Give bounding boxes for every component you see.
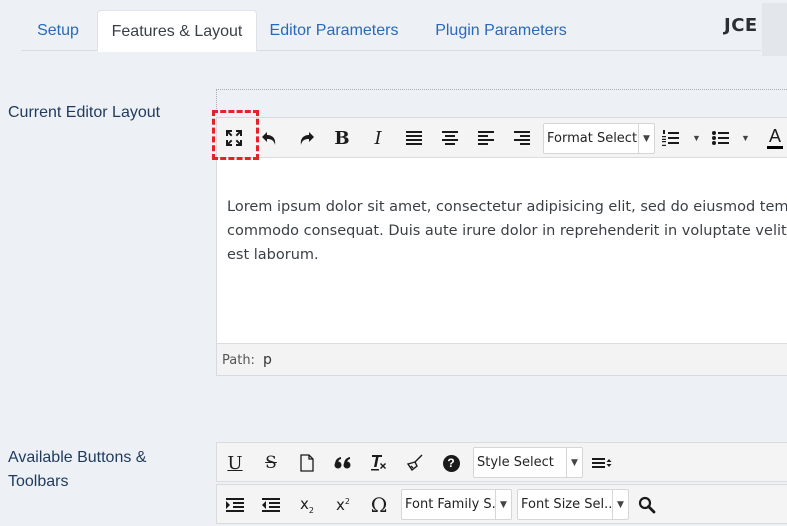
italic-icon: I [374, 127, 382, 149]
outdent-button[interactable] [255, 485, 287, 525]
indent-button[interactable] [219, 485, 251, 525]
content-line: commodo consequat. Duis aute irure dolor… [227, 223, 787, 239]
content-line: Lorem ipsum dolor sit amet, consectetur … [227, 199, 787, 215]
help-icon: ? [442, 454, 460, 472]
forecolor-icon: A [768, 125, 781, 146]
drop-zone-border [216, 89, 787, 90]
font-size-select-value: Font Size Sel... [521, 497, 612, 512]
tab-plugin-parameters[interactable]: Plugin Parameters [421, 10, 581, 51]
numbered-list-button[interactable] [660, 118, 682, 158]
new-document-icon [300, 454, 314, 472]
fullscreen-icon [226, 130, 242, 146]
help-button[interactable]: ? [435, 443, 467, 483]
italic-button[interactable]: I [362, 118, 394, 158]
fullscreen-button[interactable] [218, 118, 250, 158]
side-panel [762, 3, 787, 56]
chevron-down-icon: ▼ [566, 448, 582, 477]
chevron-down-icon: ▼ [612, 490, 628, 519]
available-toolbar-row-2: x2 x2 Ω Font Family S... ▼ Font Size Sel… [216, 484, 787, 524]
bullet-list-icon [712, 131, 729, 145]
style-select[interactable]: Style Select ▼ [473, 447, 583, 478]
editor-content[interactable]: Lorem ipsum dolor sit amet, consectetur … [217, 159, 787, 344]
strikethrough-icon: S [265, 453, 277, 473]
font-size-select[interactable]: Font Size Sel... ▼ [517, 489, 629, 520]
superscript-icon: x2 [336, 496, 350, 514]
underline-icon: U [227, 452, 243, 474]
redo-icon [300, 132, 314, 145]
underline-button[interactable]: U [219, 443, 251, 483]
available-buttons-label-line2: Toolbars [8, 473, 69, 490]
format-select[interactable]: Format Select ▼ [543, 123, 655, 154]
subscript-button[interactable]: x2 [291, 485, 323, 525]
format-select-value: Format Select [547, 131, 638, 146]
available-toolbar-row-1: U S ? Style Select ▼ [216, 442, 787, 482]
blockquote-icon [334, 457, 351, 469]
undo-button[interactable] [254, 118, 286, 158]
search-replace-button[interactable] [631, 485, 663, 525]
align-left-icon [478, 131, 494, 145]
bold-icon: B [334, 127, 350, 149]
bold-button[interactable]: B [326, 118, 358, 158]
chevron-down-icon: ▼ [495, 490, 511, 519]
editor-toolbar: B I Format Select ▼ ▼ ▼ A [217, 118, 787, 158]
chevron-down-icon: ▼ [638, 124, 654, 153]
align-justify-icon [406, 131, 422, 145]
undo-icon [262, 132, 276, 145]
tab-bar: Setup Features & Layout Editor Parameter… [21, 10, 761, 52]
subscript-icon: x2 [300, 495, 314, 515]
current-editor-layout-label: Current Editor Layout [8, 104, 161, 121]
editor-statusbar: Path: p [217, 343, 787, 375]
line-spacing-icon [592, 458, 612, 468]
style-select-value: Style Select [477, 455, 554, 470]
blockquote-button[interactable] [327, 443, 359, 483]
bullet-list-button[interactable] [710, 118, 732, 158]
tab-editor-parameters[interactable]: Editor Parameters [261, 10, 407, 51]
numbered-list-dropdown-icon[interactable]: ▼ [692, 133, 701, 143]
tab-features-layout[interactable]: Features & Layout [97, 10, 257, 52]
available-buttons-label: Available Buttons & Toolbars [8, 446, 146, 494]
remove-format-button[interactable] [363, 443, 395, 483]
redo-button[interactable] [290, 118, 322, 158]
justify-full-button[interactable] [398, 118, 430, 158]
broom-icon [406, 454, 423, 472]
numbered-list-icon [662, 130, 679, 146]
bullet-list-dropdown-icon[interactable]: ▼ [741, 133, 750, 143]
align-center-icon [442, 131, 458, 145]
font-family-select-value: Font Family S... [405, 497, 495, 512]
justify-right-button[interactable] [506, 118, 538, 158]
outdent-icon [262, 498, 280, 512]
indent-icon [226, 498, 244, 512]
font-family-select[interactable]: Font Family S... ▼ [401, 489, 512, 520]
path-element-p[interactable]: p [263, 352, 272, 368]
align-right-icon [514, 131, 530, 145]
special-char-button[interactable]: Ω [363, 485, 395, 525]
search-icon [638, 496, 656, 514]
forecolor-swatch [767, 145, 783, 149]
available-buttons-label-line1: Available Buttons & [8, 449, 147, 466]
cleanup-button[interactable] [399, 443, 431, 483]
forecolor-button[interactable]: A [759, 118, 787, 158]
strikethrough-button[interactable]: S [255, 443, 287, 483]
path-label: Path: [222, 353, 255, 368]
justify-left-button[interactable] [470, 118, 502, 158]
omega-icon: Ω [370, 493, 388, 517]
content-line: est laborum. [227, 247, 319, 263]
paragraph-format-button[interactable] [587, 443, 619, 483]
brand-label: JCE [724, 15, 758, 36]
remove-format-icon [371, 455, 386, 471]
tab-setup[interactable]: Setup [21, 10, 95, 51]
new-document-button[interactable] [291, 443, 323, 483]
editor-preview: B I Format Select ▼ ▼ ▼ A Lorem ipsum do… [216, 117, 787, 376]
drop-zone-border-left [216, 89, 217, 111]
superscript-button[interactable]: x2 [327, 485, 359, 525]
justify-center-button[interactable] [434, 118, 466, 158]
